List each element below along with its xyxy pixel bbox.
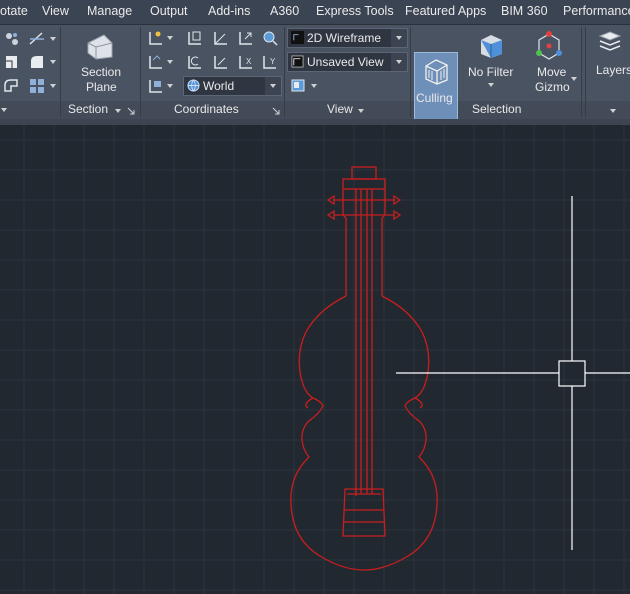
view-icon [291, 55, 304, 68]
culling-label: Culling [416, 91, 453, 105]
chevron-down-icon[interactable] [167, 60, 173, 64]
culling-button[interactable]: Culling [414, 52, 458, 122]
chevron-down-icon [396, 60, 402, 64]
ucs-x-icon[interactable]: X [237, 53, 255, 71]
pickbox [558, 360, 586, 387]
wireframe-icon [291, 31, 304, 44]
named-view-combo[interactable]: Unsaved View [287, 52, 408, 72]
svg-text:X: X [246, 57, 252, 66]
line-tool-icon[interactable] [28, 30, 46, 48]
panel-title-selection[interactable]: Selection [472, 102, 521, 118]
ucs-previous-icon[interactable] [186, 53, 204, 71]
tab-add-ins[interactable]: Add-ins [208, 4, 250, 18]
tab-rotate[interactable]: otate [0, 4, 28, 18]
violin-drawing [290, 166, 438, 571]
panel-separator [140, 27, 141, 117]
panel-separator [60, 27, 61, 117]
extrude-icon[interactable] [3, 53, 21, 71]
chevron-down-icon[interactable] [571, 77, 577, 81]
drawing-canvas[interactable] [0, 125, 630, 594]
visual-style-value: 2D Wireframe [307, 31, 382, 45]
panel-title-coordinates[interactable]: Coordinates [174, 102, 239, 118]
chevron-down-icon [270, 84, 276, 88]
tab-view[interactable]: View [42, 4, 69, 18]
grid [0, 125, 630, 594]
sweep-icon[interactable] [3, 77, 21, 95]
panel-separator [284, 27, 285, 117]
ucs-globe-icon[interactable] [261, 29, 279, 47]
no-filter-icon[interactable] [476, 30, 506, 60]
violin-tailpiece [342, 488, 386, 537]
tab-express-tools[interactable]: Express Tools [316, 4, 394, 18]
violin-pegs [326, 194, 402, 221]
ucs-3point-icon[interactable] [212, 53, 230, 71]
culling-icon [425, 59, 448, 85]
section-plane-icon[interactable] [84, 31, 116, 63]
violin-neck-outline [342, 189, 386, 296]
panel-title-view[interactable]: View [327, 102, 353, 118]
chevron-down-icon [396, 36, 402, 40]
chevron-down-icon[interactable] [167, 36, 173, 40]
tab-bim-360[interactable]: BIM 360 [501, 4, 548, 18]
chevron-down-icon[interactable] [50, 84, 56, 88]
svg-text:Y: Y [270, 57, 276, 66]
violin-body [290, 295, 438, 571]
move-gizmo-label-1[interactable]: Move [537, 65, 566, 79]
named-view-dropdown[interactable] [391, 53, 407, 71]
no-filter-label[interactable]: No Filter [468, 65, 513, 79]
globe-icon [187, 79, 200, 92]
move-gizmo-icon[interactable] [533, 29, 565, 61]
section-plane-label-2[interactable]: Plane [86, 80, 117, 94]
violin-scroll [351, 166, 377, 180]
chevron-down-icon[interactable] [50, 37, 56, 41]
ucs-y-icon[interactable]: Y [261, 53, 279, 71]
chevron-down-icon[interactable] [610, 109, 616, 113]
array-icon[interactable] [28, 77, 46, 95]
ucs-origin-icon[interactable] [212, 29, 230, 47]
visual-style-dropdown[interactable] [391, 29, 407, 47]
panel-title-section[interactable]: Section [68, 102, 108, 118]
ucs-combo[interactable]: World [183, 76, 282, 96]
ucs-view-icon[interactable] [147, 77, 165, 95]
tab-featured-apps[interactable]: Featured Apps [405, 4, 486, 18]
dialog-launcher-icon[interactable] [127, 107, 135, 115]
chevron-down-icon[interactable] [488, 83, 494, 87]
layers-icon[interactable] [596, 28, 624, 56]
ucs-combo-dropdown[interactable] [265, 77, 281, 95]
panel-separator [410, 27, 411, 117]
ucs-icon[interactable] [147, 29, 165, 47]
panel-separator [585, 27, 586, 117]
ucs-combo-value: World [203, 79, 235, 93]
violin-pegbox [342, 178, 386, 190]
tab-performance[interactable]: Performance [563, 4, 630, 18]
viewport-icon[interactable] [290, 77, 308, 95]
panel-separator [581, 27, 582, 117]
fillet-icon[interactable] [28, 53, 46, 71]
visual-style-combo[interactable]: 2D Wireframe [287, 28, 408, 48]
chevron-down-icon[interactable] [311, 84, 317, 88]
chevron-down-icon[interactable] [50, 60, 56, 64]
chevron-down-icon[interactable] [167, 84, 173, 88]
violin-strings [355, 189, 373, 494]
ribbon: Section Plane Section X Y World Coordina… [0, 25, 630, 122]
ucs-named-icon[interactable] [186, 29, 204, 47]
chevron-down-icon[interactable] [358, 109, 364, 113]
ribbon-tab-bar: otate View Manage Output Add-ins A360 Ex… [0, 0, 630, 25]
ucs-zaxis-icon[interactable] [237, 29, 255, 47]
named-view-value: Unsaved View [307, 55, 384, 69]
layers-label[interactable]: Layers [596, 63, 630, 77]
chevron-down-icon[interactable] [1, 108, 7, 112]
ucs-world-icon[interactable] [147, 53, 165, 71]
crosshair-cursor [396, 196, 630, 550]
tab-manage[interactable]: Manage [87, 4, 132, 18]
dialog-launcher-icon[interactable] [272, 107, 280, 115]
chevron-down-icon[interactable] [115, 109, 121, 113]
section-plane-label-1[interactable]: Section [81, 65, 121, 79]
tab-a360[interactable]: A360 [270, 4, 299, 18]
orbit-icon[interactable] [3, 30, 21, 48]
move-gizmo-label-2[interactable]: Gizmo [535, 80, 570, 94]
tab-output[interactable]: Output [150, 4, 188, 18]
